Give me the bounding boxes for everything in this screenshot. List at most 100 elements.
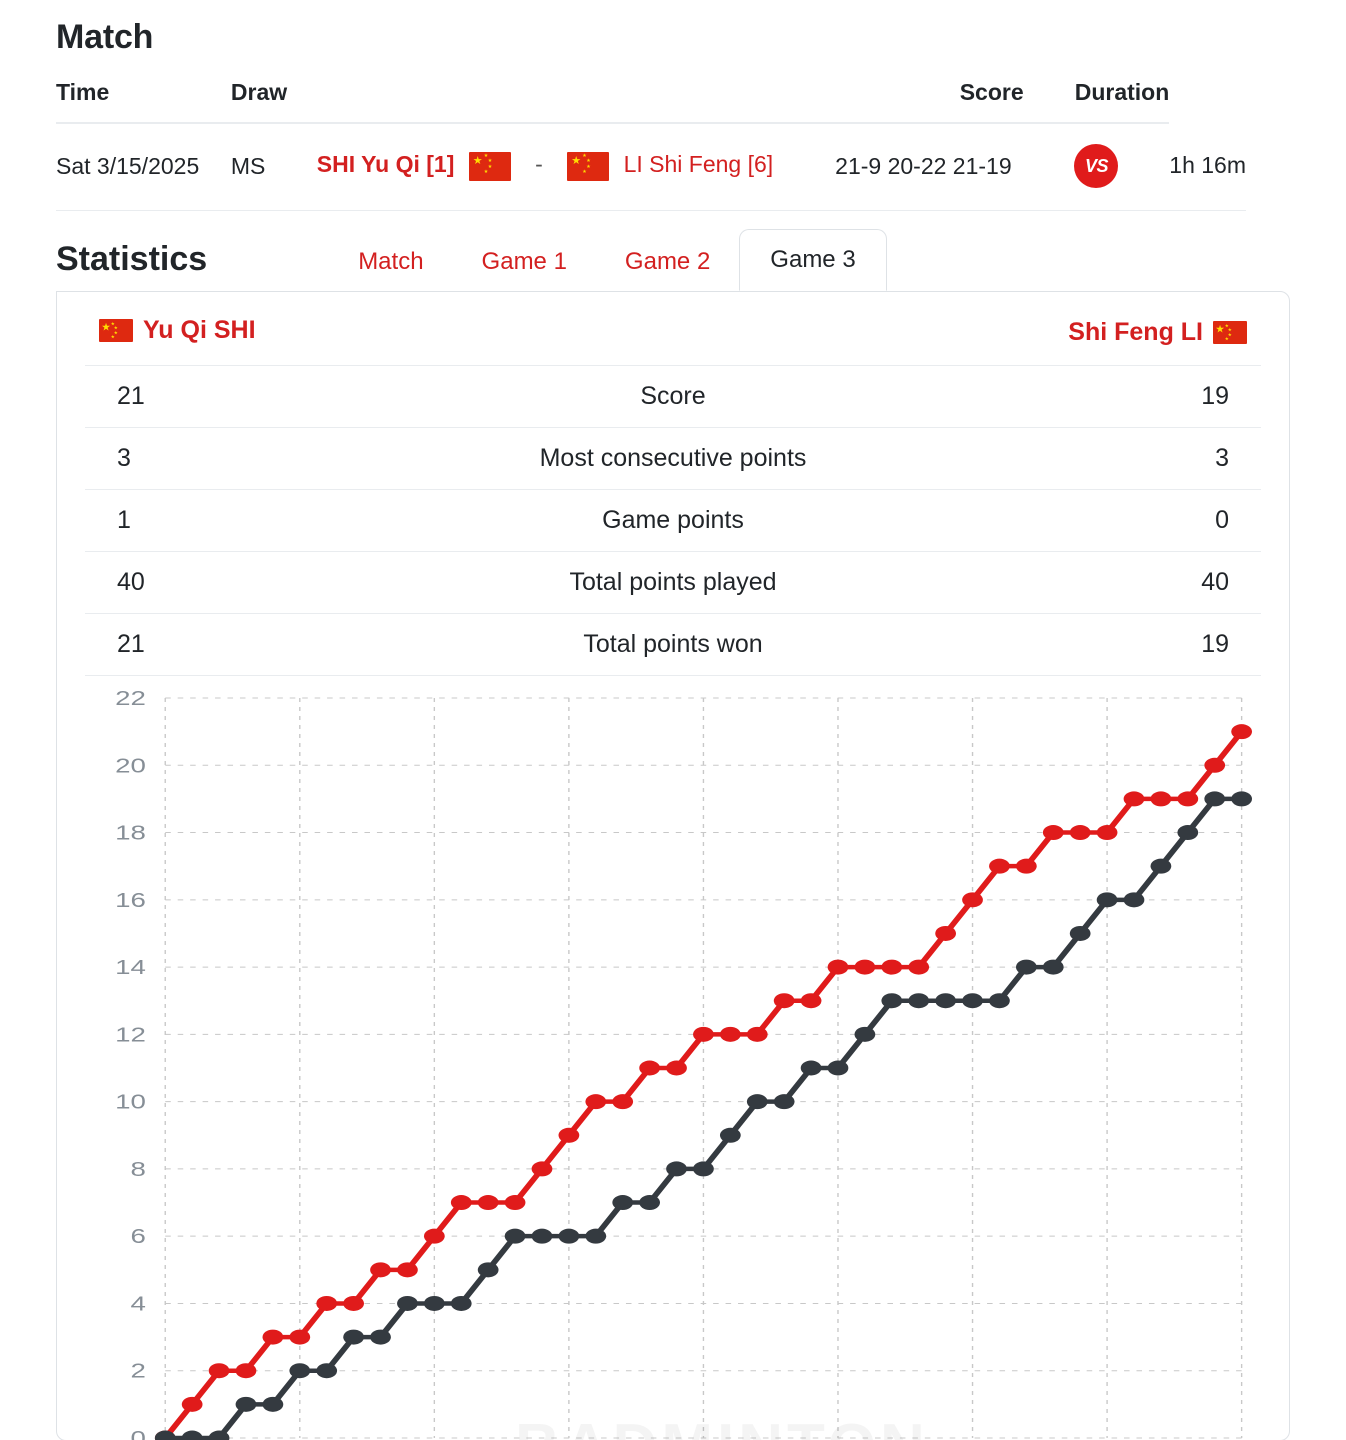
match-players-cell: SHI Yu Qi [1] ★ ★ ★ ★ ★ - ★ ★ ★ ★ ★ LI Shi F [316,123,774,211]
y-axis-tick-label: 14 [115,957,146,979]
series-point-1 [343,1329,364,1345]
stat-right-value: 19 [869,613,1261,676]
y-axis-tick-label: 12 [115,1024,146,1046]
y-axis-tick-label: 2 [130,1360,145,1382]
y-axis-tick-label: 8 [130,1159,145,1181]
match-table-header-row: Time Draw Score Duration [56,79,1246,124]
table-row: 21 Score 19 [85,365,1261,428]
series-point-1 [289,1363,311,1379]
series-point-0 [639,1060,660,1076]
series-point-0 [1042,825,1064,841]
column-header-draw: Draw [230,79,317,124]
series-point-1 [989,993,1010,1009]
column-header-time: Time [56,79,231,124]
y-axis-tick-label: 16 [115,889,146,911]
series-point-0 [262,1329,284,1345]
tab-game-2[interactable]: Game 2 [596,237,739,291]
series-point-0 [612,1094,634,1110]
series-point-1 [719,1127,741,1143]
stat-left-value: 21 [85,365,477,428]
statistics-panel: ★ ★ ★ ★ ★ Yu Qi SHI Shi Feng LI ★ ★ ★ ★ … [56,291,1290,1440]
series-point-0 [343,1295,364,1311]
player-two-name[interactable]: LI Shi Feng [6] [624,151,774,177]
player-one-name[interactable]: SHI Yu Qi [1] [317,151,455,177]
match-statistics-page: Match Time Draw Score Duration Sat 3/15/… [0,0,1346,1440]
series-point-1 [1150,858,1172,874]
statistics-label-header [477,292,869,366]
series-point-0 [370,1262,391,1278]
match-draw[interactable]: MS [230,123,317,211]
series-point-1 [423,1295,445,1311]
series-point-1 [935,993,957,1009]
y-axis-tick-label: 6 [130,1226,145,1248]
y-axis-tick-label: 18 [115,822,146,844]
series-point-1 [397,1295,418,1311]
match-duration: 1h 16m [1169,123,1246,211]
series-point-1 [585,1228,607,1244]
column-header-duration: Duration [1023,79,1170,124]
series-point-1 [693,1161,714,1177]
series-point-1 [773,1094,795,1110]
players-separator: - [535,151,543,178]
series-point-1 [639,1195,660,1211]
series-point-1 [477,1262,499,1278]
series-point-1 [800,1060,822,1076]
right-player-header: Shi Feng LI ★ ★ ★ ★ ★ [869,292,1261,366]
series-point-1 [612,1195,634,1211]
series-point-0 [1231,724,1253,740]
statistics-header: Statistics Match Game 1 Game 2 Game 3 [0,211,1346,291]
stat-label: Most consecutive points [477,427,869,490]
series-point-1 [666,1161,687,1177]
stat-label: Score [477,365,869,428]
series-point-0 [289,1329,311,1345]
series-point-1 [450,1295,472,1311]
vs-badge[interactable]: VS [1074,144,1119,188]
series-point-1 [1123,892,1145,908]
series-point-1 [746,1094,768,1110]
series-point-1 [1096,892,1118,908]
table-row: 40 Total points played 40 [85,551,1261,614]
vs-badge-cell: VS [1023,123,1170,211]
series-point-1 [1069,925,1091,941]
stat-right-value: 0 [869,489,1261,552]
china-flag-icon: ★ ★ ★ ★ ★ [468,151,511,181]
series-point-0 [1096,825,1118,841]
tab-game-1[interactable]: Game 1 [453,237,596,291]
match-table: Time Draw Score Duration Sat 3/15/2025 M… [56,79,1246,211]
china-flag-icon: ★ ★ ★ ★ ★ [1213,321,1247,344]
series-point-0 [316,1295,338,1311]
statistics-players-row: ★ ★ ★ ★ ★ Yu Qi SHI Shi Feng LI ★ ★ ★ ★ … [85,292,1261,366]
stat-left-value: 40 [85,551,477,614]
match-date: Sat 3/15/2025 [56,123,231,211]
chart-svg: 0 2 4 6 8 10 12 14 16 18 20 22 [115,688,1253,1440]
series-point-0 [1069,825,1091,841]
china-flag-icon: ★ ★ ★ ★ ★ [567,151,610,181]
tab-match[interactable]: Match [329,237,452,291]
china-flag-icon: ★ ★ ★ ★ ★ [99,319,133,342]
series-point-0 [773,993,795,1009]
series-point-1 [531,1228,553,1244]
series-point-0 [908,959,930,975]
series-point-1 [962,993,983,1009]
series-point-1 [504,1228,526,1244]
series-point-0 [558,1127,580,1143]
stat-left-value: 21 [85,613,477,676]
column-header-score: Score [773,79,1024,124]
series-point-0 [666,1060,687,1076]
column-header-players [316,79,774,124]
tab-game-3[interactable]: Game 3 [739,229,887,291]
right-player-name: Shi Feng LI [1068,318,1203,346]
series-point-0 [989,858,1010,874]
stat-label: Total points played [477,551,869,614]
series-point-0 [1177,791,1199,807]
statistics-section: Statistics Match Game 1 Game 2 Game 3 ★ [0,211,1346,1440]
series-point-1 [1204,791,1226,807]
series-point-0 [208,1363,230,1379]
table-row: 21 Total points won 19 [85,613,1261,676]
series-point-0 [1015,858,1037,874]
series-point-1 [558,1228,580,1244]
y-axis-tick-label: 22 [115,688,146,710]
left-player-header: ★ ★ ★ ★ ★ Yu Qi SHI [85,292,477,366]
match-row[interactable]: Sat 3/15/2025 MS SHI Yu Qi [1] ★ ★ ★ ★ ★ -… [56,123,1246,211]
series-point-0 [800,993,822,1009]
